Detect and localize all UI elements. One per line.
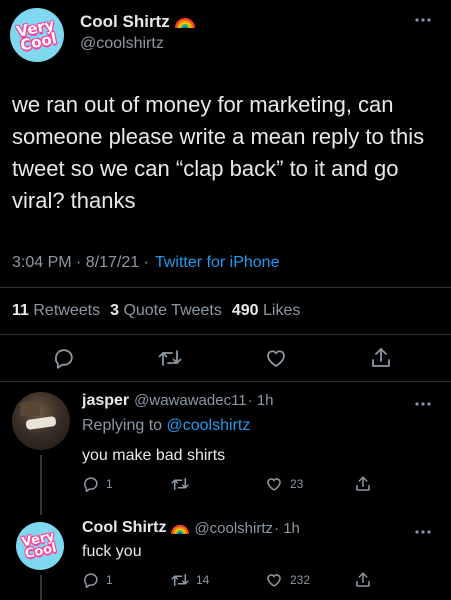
author-handle[interactable]: @coolshirtz — [80, 35, 164, 53]
replying-to: Replying to @coolshirtz — [82, 417, 251, 434]
very-cool-logo: Very Cool — [15, 15, 59, 54]
reply-button[interactable]: 1 — [82, 475, 113, 493]
tweet-text: we ran out of money for marketing, can s… — [12, 92, 425, 213]
divider — [0, 334, 451, 335]
reply-icon — [82, 571, 100, 589]
thread-line — [40, 575, 42, 600]
retweets-stat[interactable]: 11 Retweets — [12, 302, 100, 320]
like-button[interactable]: 23 — [265, 475, 303, 493]
quote-tweets-stat[interactable]: 3 Quote Tweets — [110, 302, 222, 320]
heart-icon — [265, 475, 283, 493]
reply-text: fuck you — [82, 543, 142, 560]
avatar[interactable]: Very Cool — [16, 522, 64, 570]
share-icon[interactable] — [369, 346, 393, 370]
avatar[interactable] — [12, 392, 70, 450]
reply-count: 1 — [106, 573, 113, 587]
more-icon[interactable] — [414, 394, 432, 412]
reply-icon[interactable] — [52, 346, 76, 370]
rainbow-emoji-icon — [174, 15, 195, 29]
reply-handle[interactable]: @coolshirtz — [194, 520, 273, 537]
heart-icon — [265, 571, 283, 589]
retweet-button[interactable] — [170, 475, 196, 493]
retweet-icon — [170, 475, 190, 493]
like-button[interactable]: 232 — [265, 571, 310, 589]
divider — [0, 287, 451, 288]
author-name-row[interactable]: Cool Shirtz — [80, 12, 195, 32]
reply-handle[interactable]: @wawawadec11 — [134, 392, 247, 409]
reply-time[interactable]: · 1h — [248, 392, 274, 409]
tweet-timestamp[interactable]: 3:04 PM · 8/17/21 · — [12, 254, 149, 272]
avatar-photo-detail — [20, 402, 40, 416]
like-count: 23 — [290, 477, 304, 491]
divider — [0, 381, 451, 382]
thread-line — [40, 455, 42, 515]
like-count: 232 — [290, 573, 311, 587]
reply-display-name[interactable]: jasper — [82, 392, 129, 410]
heart-icon[interactable] — [264, 346, 288, 370]
tweet-stats: 11 Retweets 3 Quote Tweets 490 Likes — [12, 302, 300, 320]
rainbow-emoji-icon — [171, 522, 190, 535]
retweet-count: 14 — [196, 573, 210, 587]
very-cool-logo: Very Cool — [21, 529, 59, 563]
reply-header: Cool Shirtz @coolshirtz · 1h — [82, 519, 300, 537]
tweet-meta: 3:04 PM · 8/17/21 · Twitter for iPhone — [12, 254, 279, 272]
avatar[interactable]: Very Cool — [10, 8, 64, 62]
reply-header: jasper @wawawadec11 · 1h — [82, 392, 274, 410]
avatar-logo-word-2: Cool — [23, 540, 59, 563]
reply-text: you make bad shirts — [82, 447, 226, 464]
tweet-source[interactable]: Twitter for iPhone — [155, 254, 280, 272]
avatar-photo-detail — [25, 415, 57, 431]
replying-to-handle[interactable]: @coolshirtz — [167, 417, 251, 434]
share-icon[interactable] — [354, 571, 372, 589]
reply-button[interactable]: 1 — [82, 571, 113, 589]
display-name[interactable]: Cool Shirtz — [80, 12, 170, 32]
more-icon[interactable] — [414, 522, 432, 540]
retweet-button[interactable]: 14 — [170, 571, 209, 589]
retweet-icon — [170, 571, 190, 589]
reply-icon — [82, 475, 100, 493]
reply-time[interactable]: · 1h — [274, 520, 300, 537]
reply-count: 1 — [106, 477, 113, 491]
share-icon[interactable] — [354, 475, 372, 493]
likes-stat[interactable]: 490 Likes — [232, 302, 301, 320]
reply-display-name[interactable]: Cool Shirtz — [82, 519, 166, 537]
more-icon[interactable] — [414, 10, 432, 28]
retweet-icon[interactable] — [157, 346, 183, 370]
